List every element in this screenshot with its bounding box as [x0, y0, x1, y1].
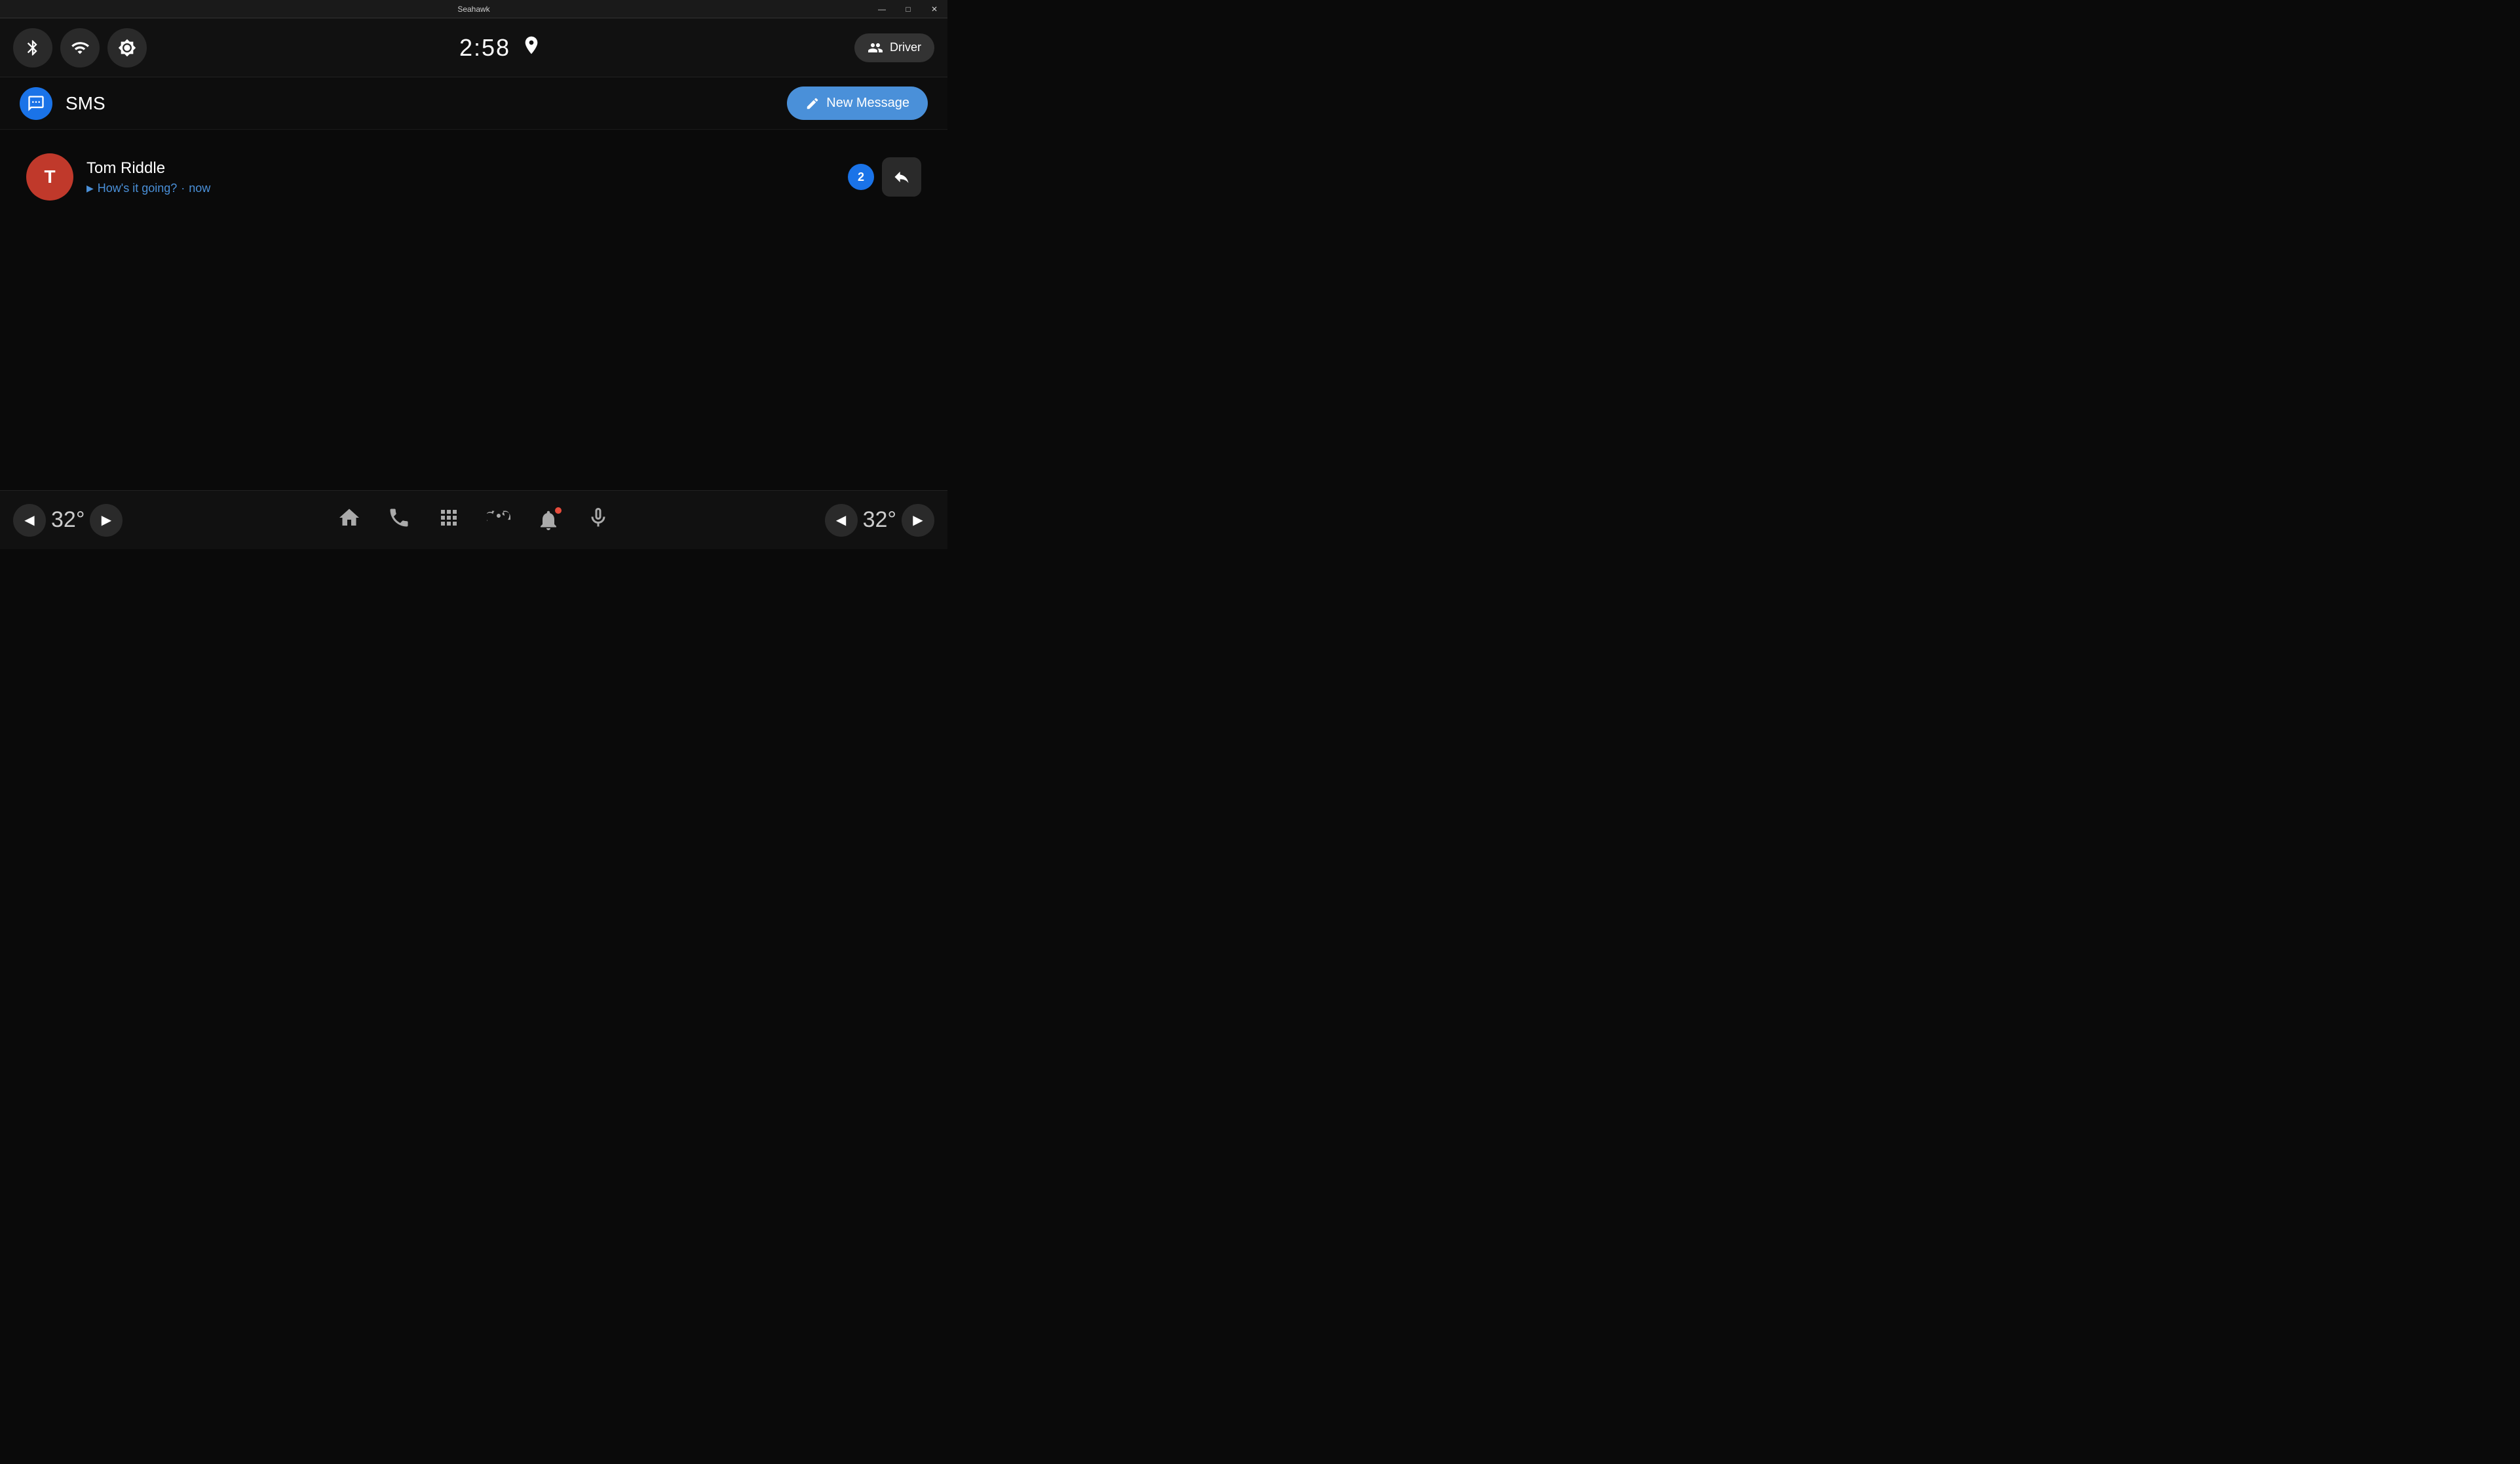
- microphone-icon: [586, 506, 610, 530]
- left-temperature: 32°: [51, 507, 85, 533]
- location-icon: [521, 35, 542, 60]
- bottom-left-temp: ◀ 32° ▶: [13, 504, 144, 537]
- driver-button[interactable]: Driver: [854, 33, 934, 62]
- microphone-button[interactable]: [586, 506, 610, 535]
- play-icon: ▶: [86, 183, 94, 194]
- maximize-button[interactable]: □: [895, 0, 921, 18]
- app-title: SMS: [66, 93, 774, 114]
- sms-icon: [27, 94, 45, 113]
- bluetooth-icon: [24, 39, 42, 57]
- driver-label: Driver: [890, 41, 921, 54]
- contact-avatar: T: [26, 153, 73, 201]
- reply-button[interactable]: [882, 157, 921, 197]
- title-bar-title: Seahawk: [457, 5, 489, 14]
- preview-dot: ·: [181, 182, 185, 195]
- apps-icon: [437, 506, 461, 530]
- bluetooth-button[interactable]: [13, 28, 52, 67]
- left-temp-prev-button[interactable]: ◀: [13, 504, 46, 537]
- messages-area: T Tom Riddle ▶ How's it going? · now 2: [0, 130, 947, 224]
- app-header: SMS New Message: [0, 77, 947, 130]
- title-bar: Seahawk — □ ✕: [0, 0, 947, 18]
- title-bar-controls: — □ ✕: [869, 0, 947, 18]
- left-temp-next-button[interactable]: ▶: [90, 504, 123, 537]
- contact-name: Tom Riddle: [86, 159, 835, 178]
- bottom-right-temp: ◀ 32° ▶: [803, 504, 934, 537]
- notification-dot: [555, 507, 562, 514]
- top-bar: 2:58 Driver: [0, 18, 947, 77]
- reply-icon: [892, 168, 911, 186]
- main-content: T Tom Riddle ▶ How's it going? · now 2: [0, 130, 947, 490]
- message-actions: 2: [848, 157, 921, 197]
- notification-button[interactable]: [537, 509, 560, 532]
- wifi-icon: [71, 39, 89, 57]
- phone-icon: [387, 506, 411, 530]
- fan-icon: [487, 506, 510, 530]
- message-item[interactable]: T Tom Riddle ▶ How's it going? · now 2: [20, 143, 928, 211]
- preview-text: How's it going?: [98, 182, 178, 195]
- home-button[interactable]: [337, 506, 361, 535]
- top-bar-center: 2:58: [155, 34, 847, 62]
- right-temp-prev-button[interactable]: ◀: [825, 504, 858, 537]
- new-message-label: New Message: [826, 96, 909, 111]
- fan-button[interactable]: [487, 506, 510, 535]
- bottom-nav-center: [144, 506, 803, 535]
- brightness-icon: [118, 39, 136, 57]
- brightness-button[interactable]: [107, 28, 147, 67]
- bottom-bar: ◀ 32° ▶: [0, 490, 947, 549]
- close-button[interactable]: ✕: [921, 0, 947, 18]
- unread-badge: 2: [848, 164, 874, 190]
- phone-button[interactable]: [387, 506, 411, 535]
- minimize-button[interactable]: —: [869, 0, 895, 18]
- time-display: 2:58: [459, 34, 510, 62]
- message-info: Tom Riddle ▶ How's it going? · now: [86, 159, 835, 195]
- message-preview: ▶ How's it going? · now: [86, 182, 835, 195]
- driver-icon: [868, 40, 883, 56]
- apps-button[interactable]: [437, 506, 461, 535]
- right-temp-next-button[interactable]: ▶: [902, 504, 934, 537]
- message-timestamp: now: [189, 182, 210, 195]
- home-icon: [337, 506, 361, 530]
- wifi-button[interactable]: [60, 28, 100, 67]
- pencil-icon: [805, 96, 820, 111]
- new-message-button[interactable]: New Message: [787, 87, 928, 120]
- sms-app-icon: [20, 87, 52, 120]
- right-temperature: 32°: [863, 507, 896, 533]
